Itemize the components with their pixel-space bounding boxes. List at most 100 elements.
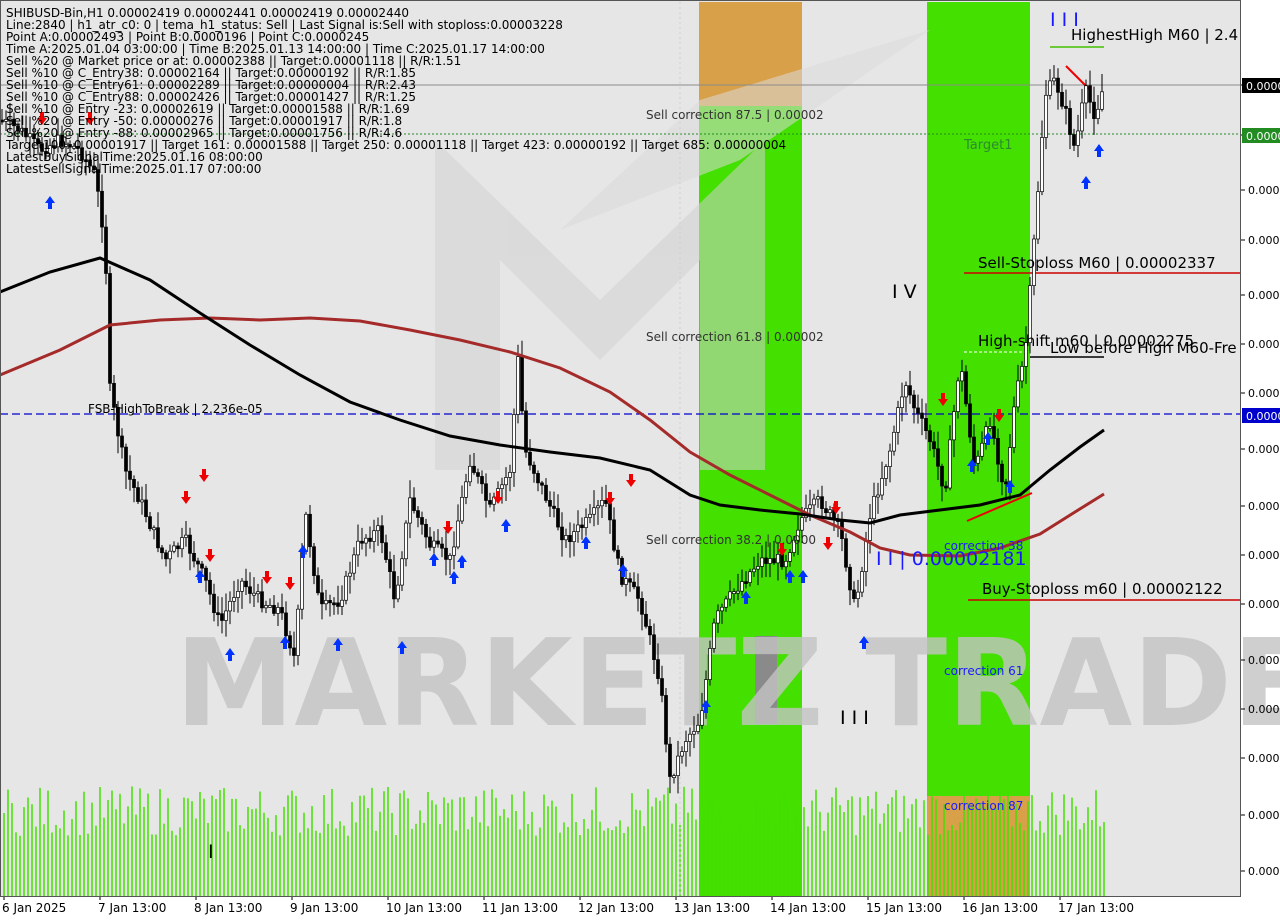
candle-body [1064,105,1068,109]
candle-body [652,634,656,660]
candle-body [524,410,528,453]
candle-body [708,648,712,680]
price-tick-label: 0.0000 [1248,865,1280,878]
price-tick-label: 0.0000 [1248,443,1280,456]
current-price-value: 0.0000 [1246,80,1280,93]
candle-body [108,273,112,384]
candle-body [316,575,320,594]
price-tick-label: 0.0000 [1248,500,1280,513]
candle-body [560,526,564,541]
candle-body [448,554,452,560]
candle-body [424,523,428,538]
candle-body [188,534,192,554]
candle-body [320,592,324,605]
candle-body [312,546,316,576]
candle-body [860,571,864,593]
target1-label: Target1 [963,138,1013,153]
time-tick-label: 10 Jan 13:00 [386,901,462,915]
candle-body [856,591,860,599]
candle-body [648,625,652,636]
candle-body [800,517,804,531]
price-tick-label: 0.0000 [1248,549,1280,562]
candle-body [376,525,380,532]
candle-body [428,536,432,548]
candle-body [536,473,540,484]
candle-body [928,430,932,443]
candle-body [404,522,408,560]
candle-body [884,466,888,479]
price-tick-label: 0.0000 [1248,598,1280,611]
candle-body [976,455,980,464]
candle-body [552,505,556,509]
candle-body [380,525,384,544]
sell-correction-875-label: Sell correction 87.5 | 0.00002 [646,108,824,122]
candle-body [460,496,464,522]
price-chart[interactable]: MARKETZ TRADE SHIBUSD-Bin,H1 0.00002419 … [0,0,1280,920]
candle-body [436,540,440,545]
candle-body [532,464,536,474]
price-tick-label: 0.0000 [1248,752,1280,765]
candle-body [432,540,436,548]
candle-body [400,558,404,586]
candle-body [100,190,104,228]
candle-body [584,517,588,529]
candle-body [732,591,736,594]
watermark-text: MARKETZ TRADE [175,615,1280,754]
candle-body [1048,80,1052,96]
correction-61-label: correction 61 [944,664,1023,678]
candle-body [168,550,172,560]
candle-body [1088,85,1092,103]
candle-body [852,589,856,599]
candle-body [760,557,764,567]
candle-body [336,602,340,607]
candle-body [444,547,448,560]
candle-body [988,426,992,429]
candle-body [672,775,676,778]
target-price-value: 0.0000 [1246,130,1280,143]
time-tick-label: 14 Jan 13:00 [770,901,846,915]
price-tick-label: 0.0000 [1248,387,1280,400]
candle-body [300,551,304,610]
candle-body [160,547,164,554]
candle-body [1056,77,1060,93]
candle-body [372,530,376,542]
candle-body [920,412,924,419]
candle-body [508,472,512,478]
candle-body [420,517,424,525]
candle-body [912,394,916,409]
candle-body [776,553,780,564]
candle-body [936,448,940,467]
candle-body [332,602,336,606]
candle-body [240,580,244,592]
candle-body [480,476,484,485]
time-tick-label: 15 Jan 13:00 [866,901,942,915]
candle-body [512,414,516,473]
candle-body [848,566,852,591]
candle-body [208,579,212,595]
time-tick-label: 9 Jan 13:00 [290,901,358,915]
candle-body [696,724,700,732]
candle-body [664,695,668,745]
time-tick-label: 6 Jan 2025 [2,901,66,915]
candle-body [1092,101,1096,119]
candle-body [784,560,788,568]
candle-body [104,226,108,274]
candle-body [1060,91,1064,107]
candle-body [328,600,332,604]
candle-body [700,710,704,726]
candle-body [952,411,956,441]
candle-body [968,403,972,438]
candle-body [384,542,388,560]
chart-window[interactable]: MARKETZ TRADE SHIBUSD-Bin,H1 0.00002419 … [0,0,1280,920]
candle-body [608,503,612,521]
candle-body [324,600,328,605]
candle-body [1072,134,1076,146]
candle-body [528,451,532,466]
candle-body [216,612,220,616]
candle-body [828,509,832,514]
candle-body [908,385,912,396]
candle-body [236,591,240,598]
candle-body [844,538,848,568]
candle-body [408,497,412,524]
candle-body [192,552,196,562]
